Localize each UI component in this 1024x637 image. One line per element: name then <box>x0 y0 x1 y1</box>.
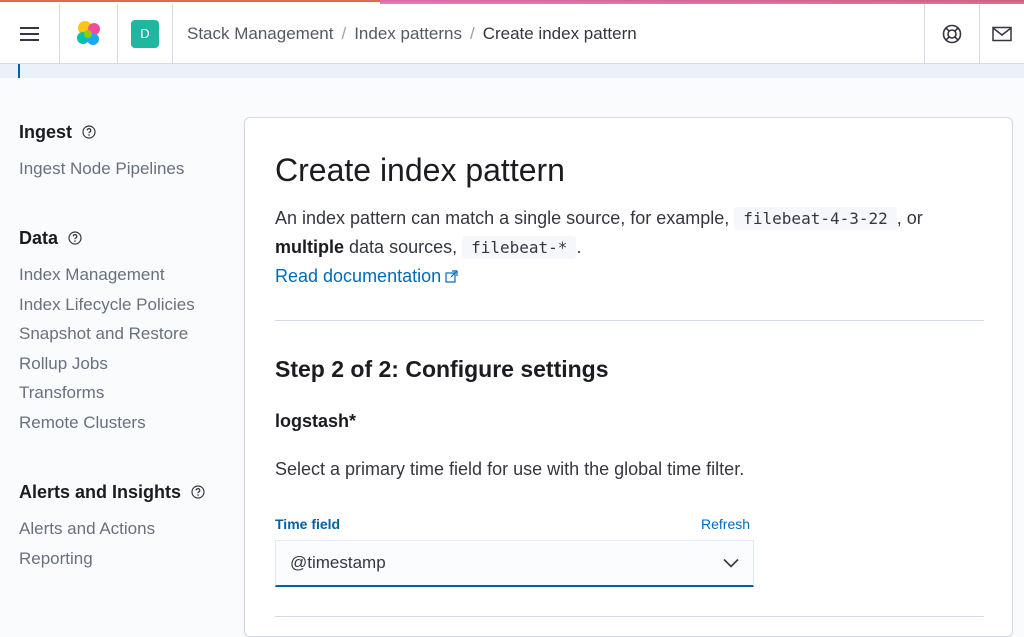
question-icon[interactable] <box>82 125 96 139</box>
mail-icon <box>992 26 1012 41</box>
sidebar-item-remote-clusters[interactable]: Remote Clusters <box>19 408 195 438</box>
desc-text: data sources, <box>349 237 458 257</box>
breadcrumb-index-patterns[interactable]: Index patterns <box>354 24 462 44</box>
help-lifebuoy-icon <box>942 24 962 43</box>
desc-text: . <box>576 237 582 257</box>
breadcrumb: Stack Management / Index patterns / Crea… <box>173 4 924 64</box>
doc-link-label: Read documentation <box>275 266 442 286</box>
nav-group-alerts-and-insights: Alerts and Insights Alerts and Actions R… <box>19 470 205 573</box>
app-header: D Stack Management / Index patterns / Cr… <box>0 3 1024 64</box>
breadcrumb-separator: / <box>469 23 475 43</box>
main-panel: Create index pattern An index pattern ca… <box>244 117 1013 637</box>
nav-title-ingest: Ingest <box>19 110 184 154</box>
read-documentation-link[interactable]: Read documentation <box>275 266 458 286</box>
page-description: An index pattern can match a single sour… <box>275 204 995 292</box>
callout-accent <box>18 64 20 78</box>
sidebar-item-index-lifecycle-policies[interactable]: Index Lifecycle Policies <box>19 290 195 320</box>
breadcrumb-current: Create index pattern <box>482 23 637 43</box>
space-avatar: D <box>131 19 159 48</box>
space-selector[interactable]: D <box>118 3 173 64</box>
time-field-value: @timestamp <box>290 553 386 572</box>
help-button[interactable] <box>924 3 980 64</box>
nav-title-label: Ingest <box>19 121 73 142</box>
index-pattern-name: logstash* <box>275 411 357 431</box>
question-icon[interactable] <box>191 485 205 499</box>
code-example-multiple: filebeat-* <box>462 236 577 259</box>
time-field-select[interactable]: @timestamp <box>275 540 754 587</box>
desc-text: An index pattern can match a single sour… <box>275 208 730 228</box>
sidebar-item-transforms[interactable]: Transforms <box>19 378 195 408</box>
sidebar-item-rollup-jobs[interactable]: Rollup Jobs <box>19 349 195 379</box>
nav-title-label: Data <box>19 227 59 248</box>
newsfeed-button[interactable] <box>980 4 1024 64</box>
step-title: Step 2 of 2: Configure settings <box>275 356 609 382</box>
sidebar-item-reporting[interactable]: Reporting <box>19 544 205 574</box>
nav-title-data: Data <box>19 216 195 260</box>
breadcrumb-separator: / <box>341 23 347 43</box>
nav-title-alerts-and-insights: Alerts and Insights <box>19 470 205 514</box>
menu-button[interactable] <box>0 3 60 64</box>
nav-group-ingest: Ingest Ingest Node Pipelines <box>19 110 184 184</box>
desc-text: , or <box>896 208 923 228</box>
time-field-label: Time field <box>275 516 341 532</box>
breadcrumb-stack-management[interactable]: Stack Management <box>187 24 333 44</box>
code-example-single: filebeat-4-3-22 <box>734 207 897 230</box>
sidebar-item-ingest-node-pipelines[interactable]: Ingest Node Pipelines <box>19 154 184 184</box>
external-link-icon <box>445 263 458 292</box>
sidebar-item-snapshot-and-restore[interactable]: Snapshot and Restore <box>19 319 195 349</box>
sidebar-item-alerts-and-actions[interactable]: Alerts and Actions <box>19 514 205 544</box>
nav-title-label: Alerts and Insights <box>19 481 182 502</box>
chevron-down-icon <box>723 558 739 568</box>
sidebar-item-index-management[interactable]: Index Management <box>19 260 195 290</box>
nav-group-data: Data Index Management Index Lifecycle Po… <box>19 216 195 437</box>
hamburger-icon <box>19 26 39 41</box>
elastic-logo[interactable] <box>60 3 118 64</box>
time-field-hint: Select a primary time field for use with… <box>275 459 745 479</box>
desc-bold: multiple <box>275 237 345 257</box>
callout-bar <box>0 64 1024 78</box>
page-title: Create index pattern <box>275 152 565 188</box>
question-icon[interactable] <box>68 231 82 245</box>
elastic-logo-icon <box>76 20 100 45</box>
refresh-link[interactable]: Refresh <box>701 516 750 532</box>
section-divider <box>275 320 984 321</box>
